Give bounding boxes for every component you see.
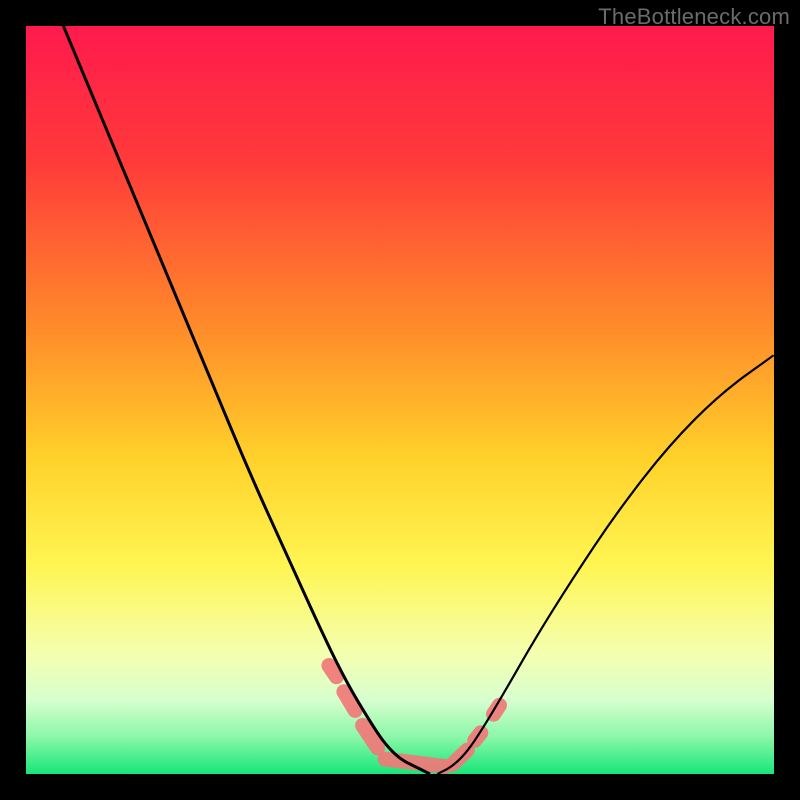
plot-area [26, 26, 774, 774]
chart-frame: TheBottleneck.com [0, 0, 800, 800]
watermark-text: TheBottleneck.com [598, 4, 790, 30]
bottleneck-chart [26, 26, 774, 774]
gradient-background [26, 26, 774, 774]
noise-segment [329, 666, 336, 677]
